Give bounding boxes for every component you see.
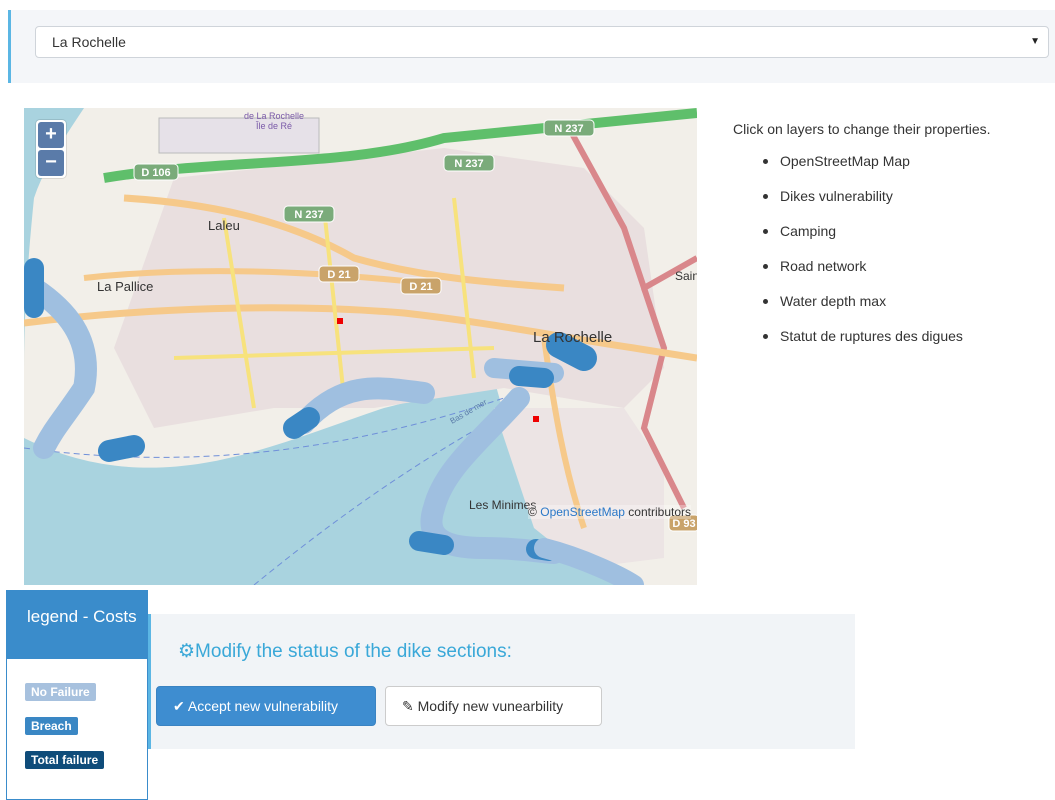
accept-vulnerability-button[interactable]: ✔ Accept new vulnerability — [156, 686, 376, 726]
road-shield-label: N 237 — [294, 209, 323, 221]
layer-item-dike-rupture-status[interactable]: Statut de ruptures des digues — [763, 327, 963, 362]
road-shield-label: N 237 — [554, 123, 583, 135]
attribution-suffix: contributors — [628, 505, 691, 519]
legend-no-failure: No Failure — [25, 683, 96, 701]
road-shield-n237: N 237 — [443, 154, 495, 172]
place-label: La Pallice — [97, 279, 153, 294]
layer-item-water-depth[interactable]: Water depth max — [763, 292, 963, 327]
dike-center-dark — [283, 407, 320, 439]
layers-intro: Click on layers to change their properti… — [733, 121, 991, 137]
zoom-out-button[interactable]: − — [38, 150, 64, 176]
map-attribution: © OpenStreetMap contributors — [528, 505, 691, 519]
modify-title: ⚙Modify the status of the dike sections: — [178, 640, 512, 663]
place-label: Île de Ré — [255, 121, 292, 131]
legend-total-failure: Total failure — [25, 751, 105, 769]
place-label: Laleu — [208, 218, 240, 233]
chevron-down-icon: ▼ — [1030, 36, 1040, 47]
road-shield-n237: N 237 — [543, 119, 595, 137]
layer-item-dikes-vulnerability[interactable]: Dikes vulnerability — [763, 187, 963, 222]
road-shield-label: N 237 — [454, 158, 483, 170]
road-shield-label: D 21 — [409, 281, 432, 293]
pencil-icon: ✎ — [402, 698, 414, 714]
dike-port — [546, 332, 597, 371]
city-select[interactable]: La Rochelle ▼ — [35, 26, 1049, 58]
dike-southwest — [98, 435, 145, 462]
road-shield-label: D 21 — [327, 269, 350, 281]
airport — [158, 117, 320, 154]
modify-vulnerability-button[interactable]: ✎ Modify new vunearbility — [385, 686, 602, 726]
gears-icon: ⚙ — [178, 641, 196, 662]
city-select-value: La Rochelle — [52, 34, 126, 50]
check-icon: ✔ — [173, 698, 185, 714]
road-shield-d21: D 21 — [400, 277, 442, 295]
place-label: Saint — [675, 269, 697, 283]
modify-dike-panel: ⚙Modify the status of the dike sections:… — [148, 614, 855, 749]
camping-marker — [337, 318, 343, 324]
map-view[interactable]: N 237 N 237 N 237 D 106 D 21 D 21 D 93 d… — [24, 108, 697, 585]
place-label: Les Minimes — [469, 498, 536, 512]
camping-marker — [533, 416, 539, 422]
road-shield-label: D 106 — [141, 167, 170, 179]
legend-title: legend - Costs — [7, 591, 147, 659]
city-select-bar: La Rochelle ▼ — [8, 10, 1055, 83]
layers-list: OpenStreetMap Map Dikes vulnerability Ca… — [763, 152, 963, 362]
layer-item-road-network[interactable]: Road network — [763, 257, 963, 292]
layer-item-openstreetmap[interactable]: OpenStreetMap Map — [763, 152, 963, 187]
place-label: La Rochelle — [533, 329, 612, 346]
modify-title-text: Modify the status of the dike sections: — [195, 641, 512, 662]
road-shield-n237: N 237 — [283, 205, 335, 223]
openstreetmap-link[interactable]: OpenStreetMap — [540, 505, 625, 519]
zoom-in-button[interactable]: + — [38, 122, 64, 148]
road-shield-d106: D 106 — [133, 163, 179, 181]
legend-breach: Breach — [25, 717, 78, 735]
accept-vulnerability-label: Accept new vulnerability — [187, 698, 339, 714]
copyright-icon: © — [528, 505, 537, 519]
layer-item-camping[interactable]: Camping — [763, 222, 963, 257]
zoom-control: + − — [36, 120, 66, 178]
dike-south-dark — [409, 531, 454, 555]
modify-vulnerability-label: Modify new vunearbility — [417, 698, 564, 714]
road-shield-d21: D 21 — [318, 265, 360, 283]
road-shield-label: D 93 — [672, 518, 695, 530]
place-label: de La Rochelle — [244, 111, 304, 121]
legend-panel: legend - Costs No Failure Breach Total f… — [6, 590, 148, 800]
dike-harbour-dark — [509, 366, 554, 388]
